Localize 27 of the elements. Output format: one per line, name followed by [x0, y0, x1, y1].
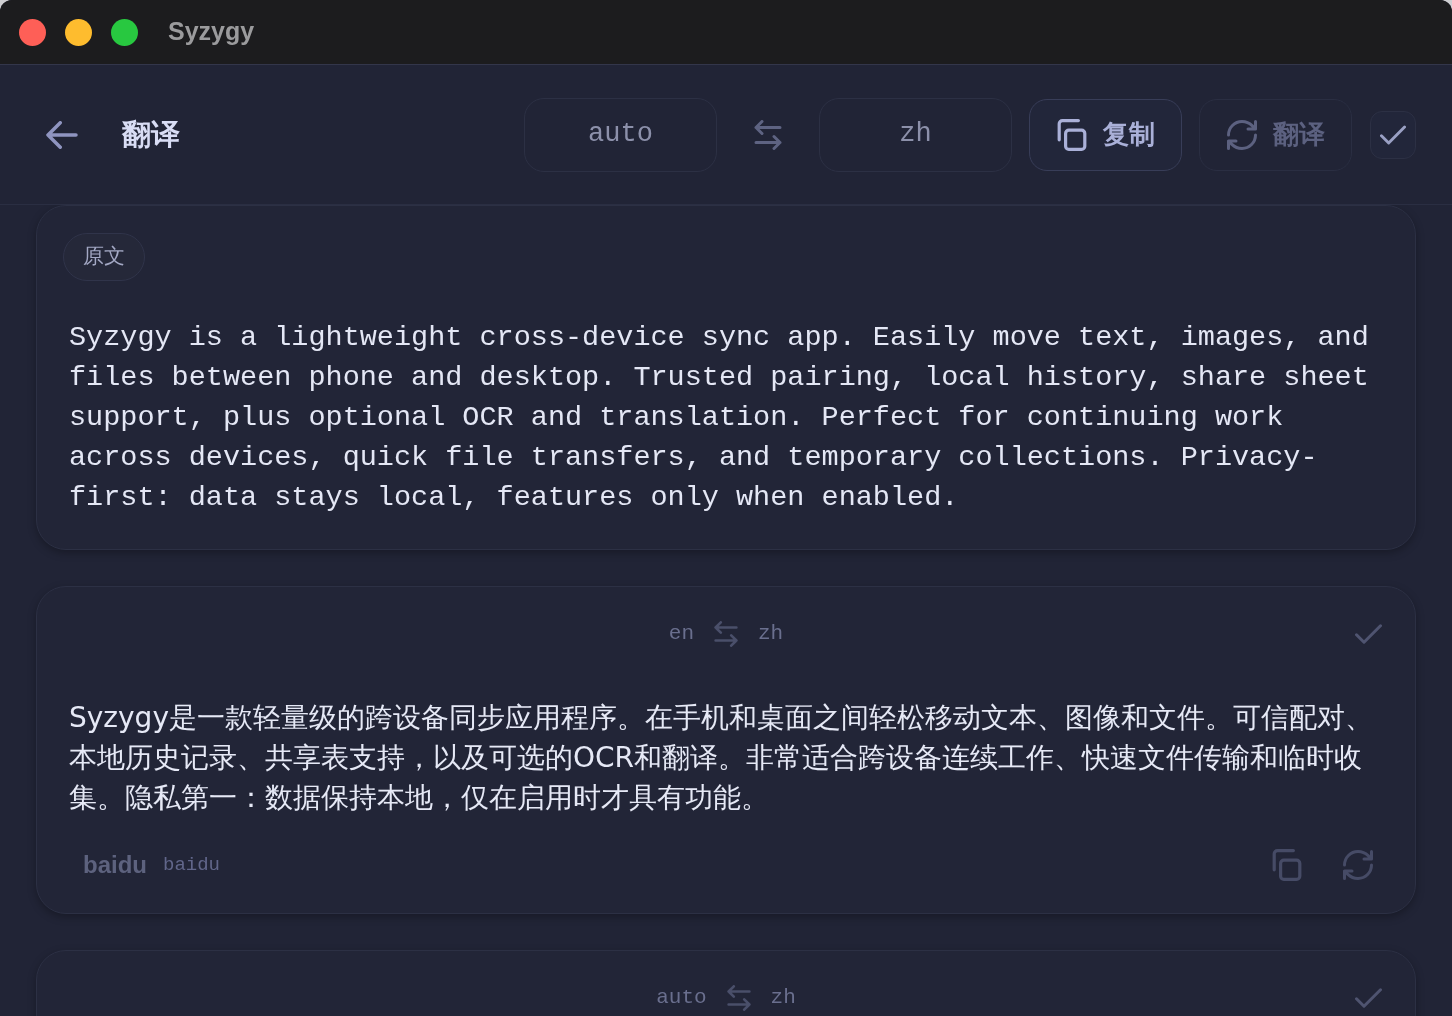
source-label: 原文: [63, 233, 145, 281]
swap-icon: [726, 985, 751, 1011]
check-icon: [1380, 124, 1406, 145]
engine-id: baidu: [163, 852, 220, 878]
target-language-label: zh: [758, 621, 784, 648]
close-icon[interactable]: [19, 18, 46, 46]
source-language-select[interactable]: auto: [524, 97, 717, 172]
source-language-label: en: [668, 621, 694, 648]
copy-icon: [1056, 118, 1087, 151]
swap-icon: [714, 621, 738, 647]
source-language-label: auto: [656, 985, 707, 1012]
back-icon[interactable]: [46, 120, 78, 149]
window-title: Syzygy: [168, 16, 255, 48]
target-language-select[interactable]: zh: [819, 97, 1012, 172]
copy-button[interactable]: 复制: [1029, 98, 1182, 171]
translation-text: Syzygy是一款轻量级的跨设备同步应用程序。在手机和桌面之间轻松移动文本、图像和文件。可信配对、本地历史记录、共享表支持，以及可选的OCR和翻译。非常适合跨设备连续工作、快速文件传输和临时收集。隐私第一：数据保持本地，仅在启用时才具有功能。: [69, 700, 1374, 816]
swap-icon[interactable]: [754, 119, 782, 150]
check-icon[interactable]: [1355, 624, 1382, 644]
source-text: Syzygy is a lightweight cross-device sync app. Easily move text, images, and files between phone and desktop. Trusted pairing, local history, share sheet support, plus optional OCR and translation. Perfect for continuing work across devices, quick file transfers, and temporary collections. Privacy-first: data stays local, features only when enabled.: [69, 320, 1370, 516]
check-icon[interactable]: [1355, 988, 1382, 1008]
confirm-button[interactable]: [1370, 110, 1416, 159]
refresh-icon: [1226, 118, 1257, 151]
maximize-icon[interactable]: [111, 18, 138, 46]
engine-name: baidu: [83, 850, 147, 880]
page-title: 翻译: [122, 115, 180, 153]
target-language-label: zh: [770, 985, 796, 1012]
minimize-icon[interactable]: [65, 18, 92, 46]
